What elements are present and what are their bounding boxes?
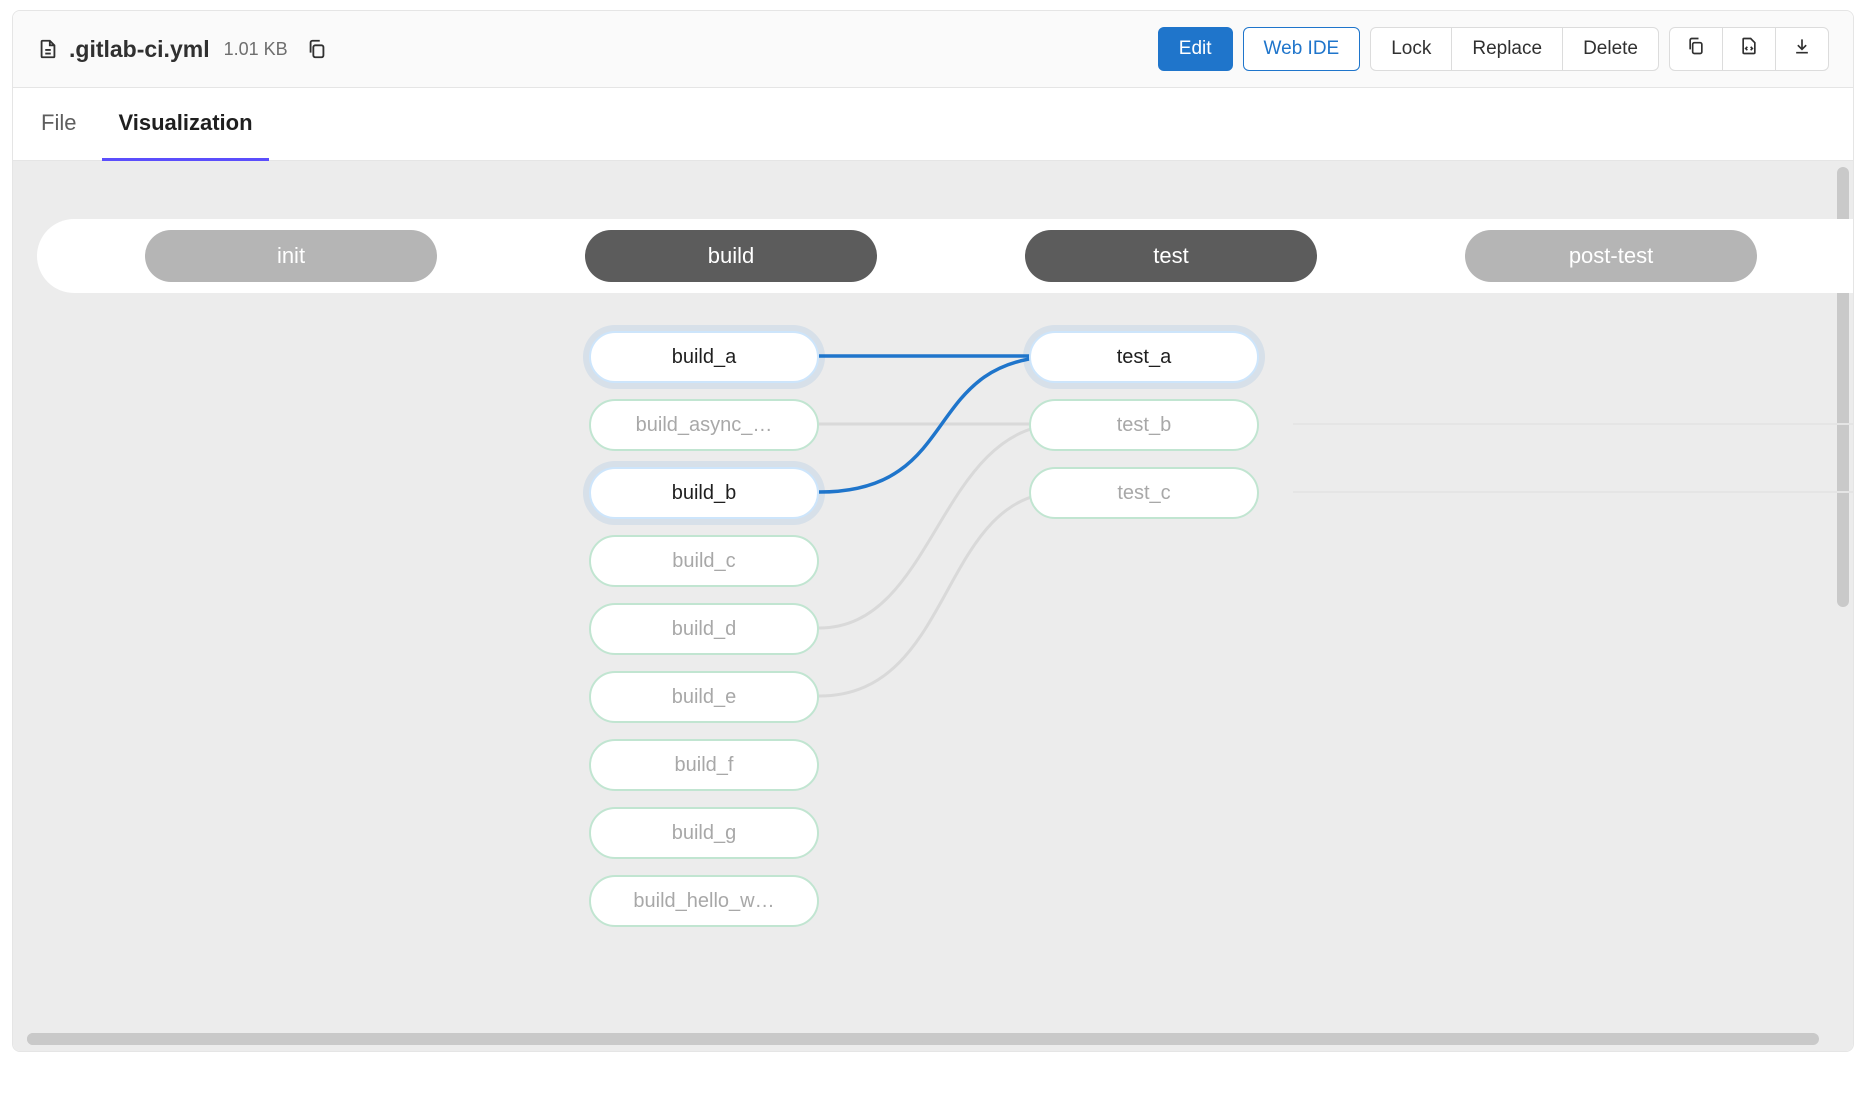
replace-button[interactable]: Replace [1451, 27, 1563, 71]
tab-file[interactable]: File [37, 88, 80, 160]
delete-button[interactable]: Delete [1562, 27, 1659, 71]
file-size: 1.01 KB [224, 39, 288, 60]
job-build-d[interactable]: build_d [589, 603, 819, 655]
stage-pill-post-test[interactable]: post-test [1465, 230, 1757, 282]
file-danger-actions: Lock Replace Delete [1370, 27, 1659, 71]
pipeline-visualization: init build test post-test [13, 161, 1853, 1051]
job-build-async[interactable]: build_async_… [589, 399, 819, 451]
open-raw-button[interactable] [1722, 27, 1776, 71]
edit-button[interactable]: Edit [1158, 27, 1233, 71]
download-icon [1792, 36, 1812, 62]
job-build-hello-w[interactable]: build_hello_w… [589, 875, 819, 927]
horizontal-scrollbar-thumb[interactable] [27, 1033, 923, 1045]
jobs-area: build_a build_async_… build_b build_c bu… [37, 331, 1853, 1031]
job-build-e[interactable]: build_e [589, 671, 819, 723]
horizontal-scrollbar[interactable] [27, 1033, 1819, 1045]
web-ide-button[interactable]: Web IDE [1243, 27, 1361, 71]
job-build-a[interactable]: build_a [589, 331, 819, 383]
stage-pill-test[interactable]: test [1025, 230, 1317, 282]
download-button[interactable] [1775, 27, 1829, 71]
tab-visualization[interactable]: Visualization [114, 88, 256, 160]
job-build-b[interactable]: build_b [589, 467, 819, 519]
document-code-icon [1739, 36, 1759, 62]
job-column-build: build_a build_async_… build_b build_c bu… [589, 331, 1029, 943]
file-header: .gitlab-ci.yml 1.01 KB Edit Web IDE Lock… [13, 11, 1853, 88]
job-column-test: test_a test_b test_c [1029, 331, 1469, 535]
lock-button[interactable]: Lock [1370, 27, 1452, 71]
file-header-left: .gitlab-ci.yml 1.01 KB [37, 36, 328, 63]
file-name: .gitlab-ci.yml [69, 36, 210, 63]
file-actions: Edit Web IDE Lock Replace Delete [1158, 27, 1829, 71]
copy-contents-button[interactable] [1669, 27, 1723, 71]
file-extra-actions [1669, 27, 1829, 71]
job-test-c[interactable]: test_c [1029, 467, 1259, 519]
copy-path-icon[interactable] [306, 38, 328, 60]
job-build-g[interactable]: build_g [589, 807, 819, 859]
document-icon [37, 38, 59, 60]
stage-pill-build[interactable]: build [585, 230, 877, 282]
job-test-a[interactable]: test_a [1029, 331, 1259, 383]
job-test-b[interactable]: test_b [1029, 399, 1259, 451]
clipboard-icon [1686, 36, 1706, 62]
stage-header-bar: init build test post-test [37, 219, 1853, 293]
file-panel: .gitlab-ci.yml 1.01 KB Edit Web IDE Lock… [12, 10, 1854, 1052]
job-build-c[interactable]: build_c [589, 535, 819, 587]
job-build-f[interactable]: build_f [589, 739, 819, 791]
file-tabs: File Visualization [13, 88, 1853, 161]
stage-pill-init[interactable]: init [145, 230, 437, 282]
